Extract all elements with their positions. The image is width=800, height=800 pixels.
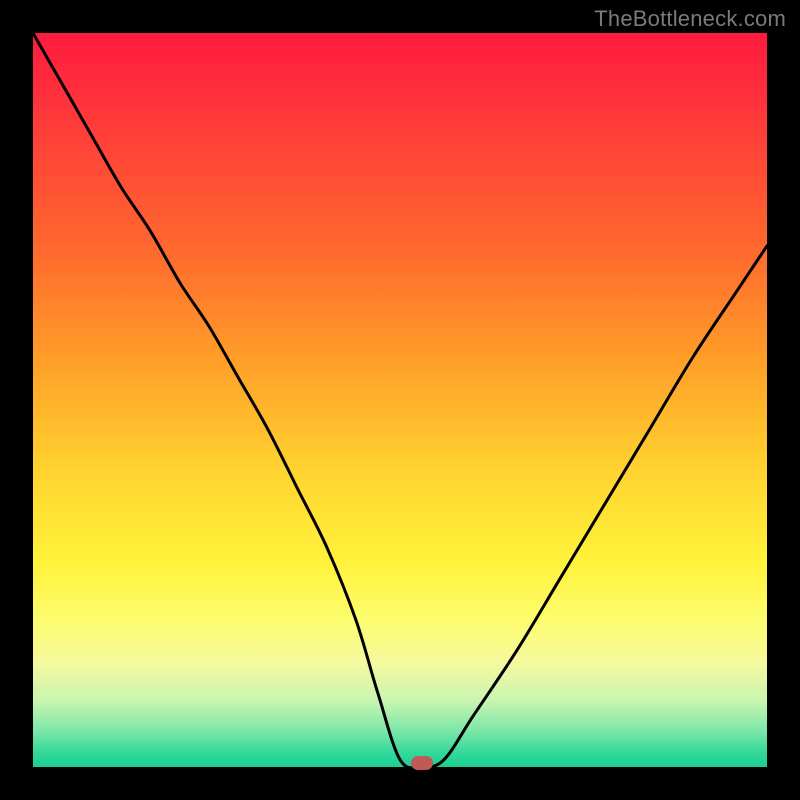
minimum-marker: [411, 756, 433, 770]
bottleneck-curve: [33, 33, 767, 767]
watermark-text: TheBottleneck.com: [594, 6, 786, 32]
curve-path: [33, 33, 767, 768]
chart-frame: TheBottleneck.com: [0, 0, 800, 800]
plot-area: [33, 33, 767, 767]
